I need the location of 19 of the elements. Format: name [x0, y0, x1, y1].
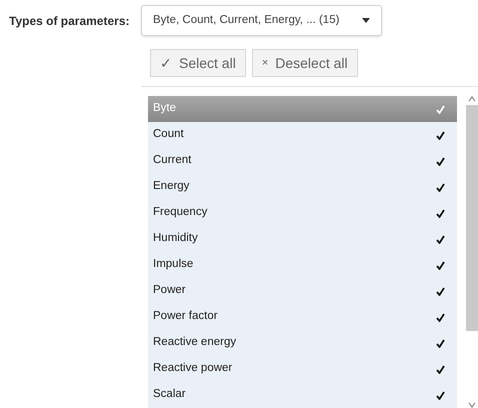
caret-icon [362, 18, 370, 23]
list-item[interactable]: Impulse [148, 252, 457, 278]
list-item[interactable]: Frequency [148, 200, 457, 226]
list-item[interactable]: Energy [148, 174, 457, 200]
scrollbar[interactable] [466, 96, 478, 408]
list-item[interactable]: Count [148, 122, 457, 148]
list-item[interactable]: Humidity [148, 226, 457, 252]
list-item[interactable]: Power [148, 278, 457, 304]
deselect-all-button[interactable]: × Deselect all [252, 49, 358, 77]
list-item[interactable]: Scalar [148, 382, 457, 408]
parameter-types-dropdown[interactable]: Byte, Count, Current, Energy, ... (15) [141, 5, 382, 36]
list-item[interactable]: Reactive power [148, 356, 457, 382]
filter-label: Types of parameters: [9, 12, 130, 30]
list-item[interactable]: Power factor [148, 304, 457, 330]
scroll-down-icon [468, 402, 476, 408]
list-item[interactable]: Current [148, 148, 457, 174]
select-all-button[interactable]: ✓ Select all [150, 49, 246, 77]
list-item[interactable]: Reactive energy [148, 330, 457, 356]
scroll-up-icon [468, 96, 476, 102]
